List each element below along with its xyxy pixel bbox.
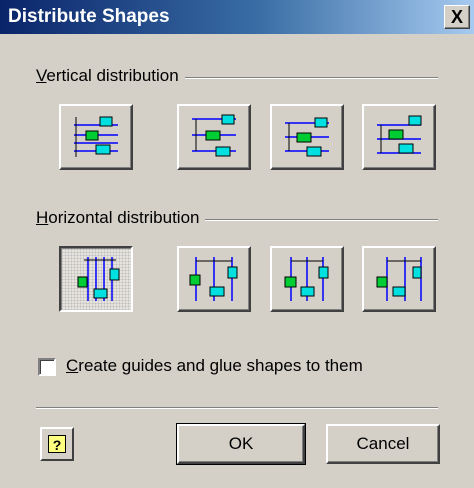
vertical-spacing-icon: [74, 116, 118, 157]
vertical-distribution-label: Vertical distribution: [36, 66, 185, 86]
close-button[interactable]: X: [444, 5, 470, 29]
create-guides-checkbox[interactable]: [38, 358, 56, 376]
create-guides-label[interactable]: Create guides and glue shapes to them: [66, 356, 363, 376]
title-bar: Distribute Shapes X: [0, 0, 474, 34]
help-button[interactable]: ?: [40, 427, 74, 461]
horizontal-distribution-label: Horizontal distribution: [36, 208, 206, 228]
vertical-distribute-center-button[interactable]: [270, 104, 344, 170]
window-title: Distribute Shapes: [8, 6, 170, 27]
cancel-button[interactable]: Cancel: [326, 424, 440, 464]
separator: [36, 407, 438, 409]
horizontal-distribute-spacing-button[interactable]: [59, 246, 133, 312]
vertical-distribute-spacing-button[interactable]: [59, 104, 133, 170]
vertical-bottom-icon: [377, 115, 422, 154]
horizontal-left-icon: [189, 257, 238, 301]
horizontal-right-icon: [376, 257, 422, 301]
help-icon: ?: [48, 435, 66, 453]
horizontal-distribute-right-button[interactable]: [362, 246, 436, 312]
vertical-distribute-bottom-button[interactable]: [362, 104, 436, 170]
ok-button[interactable]: OK: [176, 423, 306, 465]
vertical-distribute-top-button[interactable]: [177, 104, 251, 170]
horizontal-center-icon: [284, 257, 329, 301]
horizontal-distribute-left-button[interactable]: [177, 246, 251, 312]
horizontal-distribute-center-button[interactable]: [270, 246, 344, 312]
horizontal-spacing-icon: [77, 257, 120, 301]
vertical-top-icon: [192, 114, 236, 157]
vertical-center-icon: [285, 117, 329, 157]
